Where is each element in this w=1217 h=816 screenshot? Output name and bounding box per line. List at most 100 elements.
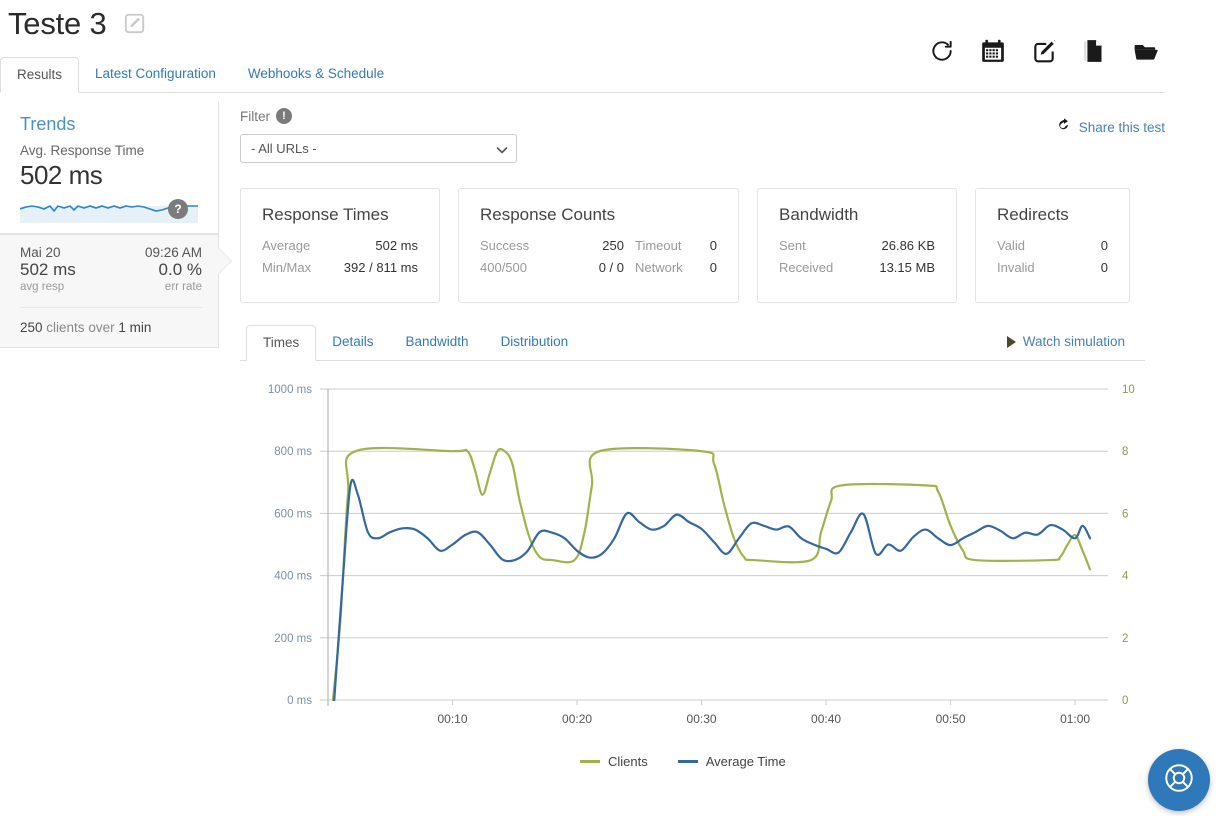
svg-text:400 ms: 400 ms (274, 571, 312, 583)
svg-text:600 ms: 600 ms (274, 508, 312, 520)
legend-swatch-clients (580, 760, 600, 763)
share-icon (1056, 118, 1072, 137)
row-value-2: 0 (709, 238, 717, 253)
svg-text:0 ms: 0 ms (287, 695, 312, 707)
svg-text:6: 6 (1122, 508, 1128, 520)
times-chart: 0 ms 200 ms 400 ms 600 ms 800 ms 1000 ms 0 2 4 6 8… (240, 375, 1160, 775)
row-label: Received (779, 260, 834, 275)
legend-item-average-time[interactable]: Average Time (677, 754, 786, 769)
tab-latest-configuration[interactable]: Latest Configuration (79, 57, 232, 92)
row-label: Sent (779, 238, 806, 253)
row-value-2: 0 (709, 260, 717, 275)
tab-webhooks-schedule[interactable]: Webhooks & Schedule (232, 57, 400, 92)
trends-metric-value: 502 ms (20, 160, 103, 190)
trends-metric-label: Avg. Response Time (20, 143, 145, 158)
card-row: Invalid 0 (997, 260, 1108, 275)
watch-simulation-link[interactable]: Watch simulation (1006, 334, 1125, 349)
chart-tab-details[interactable]: Details (316, 325, 389, 360)
card-row: Min/Max 392 / 811 ms (262, 260, 418, 275)
svg-text:2: 2 (1122, 633, 1128, 645)
series-average-time (333, 478, 1092, 702)
main-tab-bar: Results Latest Configuration Webhooks & Sc… (0, 57, 1165, 93)
trends-sidebar: Trends Avg. Response Time 502 ms ? Mai 2… (0, 102, 231, 348)
results-content: Filter ! - All URLs - Share this test Re… (240, 108, 1165, 775)
series-clients (331, 446, 1092, 702)
row-label-2: Network (635, 260, 683, 275)
detail-duration: 1 min (118, 320, 152, 335)
svg-text:1000 ms: 1000 ms (268, 384, 312, 396)
card-title: Response Counts (480, 205, 616, 224)
row-label: Valid (997, 238, 1025, 253)
summary-cards: Response Times Average 502 ms Min/Max 392 / … (240, 188, 1165, 303)
tab-results[interactable]: Results (0, 57, 80, 93)
row-value-1: 250 (602, 238, 624, 253)
card-row: Success 250 Timeout 0 (480, 238, 717, 253)
chart-legend: Clients Average Time (580, 754, 786, 769)
trends-title: Trends (20, 114, 76, 134)
share-link-label: Share this test (1078, 120, 1165, 135)
legend-label-clients: Clients (608, 754, 648, 769)
legend-item-clients[interactable]: Clients (580, 754, 648, 769)
filter-info-icon[interactable]: ! (276, 108, 292, 124)
page-header: Teste 3 (0, 0, 1217, 63)
card-redirects: Redirects Valid 0 Invalid 0 (975, 188, 1130, 303)
share-this-test-link[interactable]: Share this test (1056, 118, 1165, 137)
detail-clients-line: 250 clients over 1 min (20, 307, 202, 335)
svg-text:00:30: 00:30 (687, 712, 717, 726)
row-label-2: Timeout (635, 238, 682, 253)
row-value: 13.15 MB (879, 260, 935, 275)
trends-detail-card[interactable]: Mai 20 09:26 AM 502 ms avg resp 0.0 % er… (0, 234, 231, 348)
filter-label: Filter (240, 108, 270, 124)
row-label-1: 400/500 (480, 260, 527, 275)
card-row: Received 13.15 MB (779, 260, 935, 275)
url-filter-select[interactable]: - All URLs - (240, 134, 517, 163)
detail-err-rate-value: 0.0 % (158, 260, 202, 279)
page-title: Teste 3 (8, 6, 107, 41)
row-value: 26.86 KB (881, 238, 936, 253)
chart-tab-bar: Times Details Bandwidth Distribution Watch … (240, 325, 1145, 361)
card-row: Sent 26.86 KB (779, 238, 935, 253)
card-title: Redirects (997, 205, 1069, 224)
detail-avg-resp-label: avg resp (20, 281, 65, 293)
lifebuoy-icon (1162, 761, 1196, 800)
card-row: Average 502 ms (262, 238, 418, 253)
detail-err-rate-label: err rate (164, 281, 202, 293)
edit-pencil-square-icon[interactable] (124, 12, 146, 34)
trends-sparkline: ? (20, 197, 202, 223)
svg-text:0: 0 (1122, 695, 1128, 707)
card-bandwidth: Bandwidth Sent 26.86 KB Received 13.15 MB (757, 188, 957, 303)
svg-text:00:40: 00:40 (811, 712, 841, 726)
chart-tab-distribution[interactable]: Distribution (485, 325, 585, 360)
detail-date: Mai 20 (20, 245, 61, 260)
filter-label-row: Filter ! (240, 108, 1165, 124)
row-value: 0 (1100, 238, 1108, 253)
row-value-1: 0 / 0 (598, 260, 624, 275)
card-response-times: Response Times Average 502 ms Min/Max 392 / … (240, 188, 440, 303)
support-button[interactable] (1148, 749, 1210, 811)
svg-text:200 ms: 200 ms (274, 633, 312, 645)
sparkline-help-badge[interactable]: ? (168, 199, 188, 219)
detail-arrow-icon (218, 248, 231, 274)
svg-text:00:50: 00:50 (936, 712, 966, 726)
detail-avg-resp-value: 502 ms (20, 260, 76, 279)
watch-simulation-label: Watch simulation (1022, 334, 1125, 349)
chart-tab-times[interactable]: Times (246, 325, 317, 361)
card-title: Response Times (262, 205, 389, 224)
app-root: Teste 3 Results Latest Configuration Web… (0, 0, 1217, 816)
row-value: 502 ms (375, 238, 418, 253)
detail-clients-count: 250 (20, 320, 43, 335)
detail-clients-text: clients over (46, 320, 115, 335)
chart-canvas[interactable]: 0 ms 200 ms 400 ms 600 ms 800 ms 1000 ms 0 2 4 6 8… (240, 375, 1160, 745)
svg-text:4: 4 (1122, 571, 1129, 583)
play-icon (1006, 335, 1016, 348)
svg-text:800 ms: 800 ms (274, 446, 312, 458)
row-label: Invalid (997, 260, 1035, 275)
row-label: Min/Max (262, 260, 312, 275)
row-value: 0 (1100, 260, 1108, 275)
detail-time: 09:26 AM (144, 245, 202, 260)
card-response-counts: Response Counts Success 250 Timeout 0 400/500… (458, 188, 739, 303)
url-filter-wrap: - All URLs - (240, 134, 517, 163)
svg-text:00:20: 00:20 (562, 712, 592, 726)
row-label-1: Success (480, 238, 530, 253)
chart-tab-bandwidth[interactable]: Bandwidth (390, 325, 485, 360)
